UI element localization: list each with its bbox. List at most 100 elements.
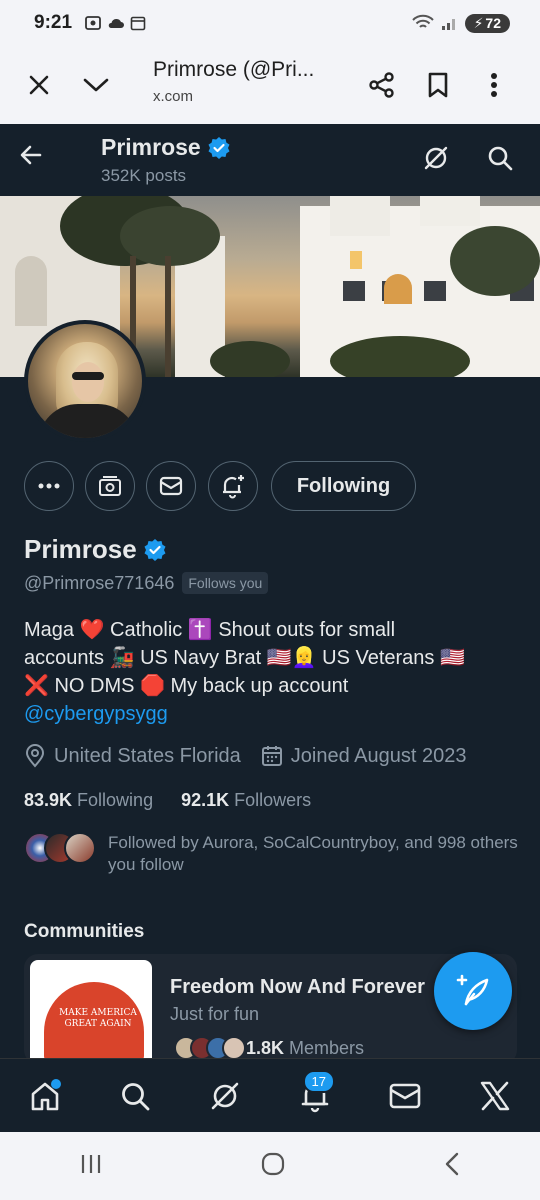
bookmark-button[interactable] <box>410 57 466 113</box>
nav-home[interactable] <box>15 1066 75 1126</box>
nav-x-premium[interactable] <box>465 1066 525 1126</box>
profile-location: United States Florida <box>54 744 241 767</box>
following-count-link[interactable]: 83.9K Following <box>24 790 153 811</box>
system-nav-bar <box>0 1132 540 1200</box>
battery-level: 72 <box>485 15 501 31</box>
followed-by-text: Followed by Aurora, SoCalCountryboy, and… <box>108 833 518 874</box>
message-button[interactable] <box>146 461 196 511</box>
community-image: MAKE AMERICA GREAT AGAIN <box>30 960 152 1064</box>
followers-count: 92.1K <box>181 790 230 810</box>
more-horiz-icon <box>38 483 60 489</box>
signal-icon <box>441 19 455 30</box>
battery-bolt-icon: ⚡ <box>473 14 484 31</box>
screenshot-icon <box>85 16 101 30</box>
home-circle-icon <box>261 1152 285 1175</box>
avatar-jacket <box>38 404 138 438</box>
mail-icon <box>159 476 183 496</box>
recents-button[interactable] <box>79 1153 103 1180</box>
browser-page-title: Primrose (@Pri... <box>153 58 315 81</box>
header-name: Primrose <box>101 134 201 160</box>
search-button[interactable] <box>486 144 514 177</box>
subscribe-icon <box>99 476 121 496</box>
follow-counts: 83.9K Following 92.1K Followers <box>24 790 311 811</box>
browser-title-block[interactable]: Primrose (@Pri... x.com <box>153 58 314 105</box>
avatar-sunglasses <box>72 372 104 380</box>
bio-line-1: Maga ❤️ Catholic ✝️ Shout outs for small <box>24 619 396 641</box>
notify-button[interactable] <box>208 461 258 511</box>
status-right: ⚡ 72 <box>411 13 510 33</box>
follows-you-badge: Follows you <box>182 572 269 594</box>
following-button[interactable]: Following <box>271 461 416 511</box>
communities-title: Communities <box>24 921 145 942</box>
compose-button[interactable] <box>434 952 512 1030</box>
bio-mention-link[interactable]: @cybergypsygg <box>24 700 514 728</box>
status-time: 9:21 <box>34 12 73 33</box>
minimize-tab-button[interactable] <box>68 57 124 113</box>
cloud-icon <box>108 18 125 28</box>
nav-notifications[interactable]: 17 <box>285 1066 345 1126</box>
browser-tab-bar: Primrose (@Pri... x.com <box>0 46 540 124</box>
header-post-count: 352K posts <box>101 166 187 185</box>
members-count: 1.8K <box>246 1037 285 1058</box>
joined-item: Joined August 2023 <box>261 745 466 768</box>
grok-icon <box>211 1082 239 1109</box>
community-members: 1.8K Members <box>174 1036 364 1060</box>
more-options-button[interactable] <box>466 57 522 113</box>
members-label: Members <box>289 1037 365 1058</box>
profile-avatar[interactable] <box>24 320 146 442</box>
status-icons <box>84 14 146 32</box>
community-name: Freedom Now And Forever <box>170 976 425 998</box>
back-arrow-icon <box>20 145 42 165</box>
share-icon <box>369 72 394 98</box>
search-icon <box>488 146 513 171</box>
home-new-dot <box>51 1078 61 1089</box>
profile-name: Primrose <box>24 534 137 564</box>
followed-by-avatars <box>24 832 104 866</box>
more-button[interactable] <box>24 461 74 511</box>
wifi-icon <box>411 14 434 28</box>
nav-messages[interactable] <box>375 1066 435 1126</box>
notification-badge: 17 <box>302 1069 335 1093</box>
close-icon <box>29 75 49 95</box>
subscribe-button[interactable] <box>85 461 135 511</box>
browser-url: x.com <box>153 88 194 105</box>
followed-by-row[interactable]: Followed by Aurora, SoCalCountryboy, and… <box>24 832 524 876</box>
hat-text: MAKE AMERICA GREAT AGAIN <box>59 1008 137 1029</box>
nav-search[interactable] <box>105 1066 165 1126</box>
header-name-row: Primrose <box>101 134 231 161</box>
verified-icon <box>208 136 230 159</box>
bio-line-2: accounts 🚂 US Navy Brat 🇺🇸👱‍♀️ US Vetera… <box>24 647 465 669</box>
grok-button[interactable] <box>422 144 450 177</box>
bottom-nav: 17 <box>0 1058 540 1132</box>
location-item: United States Florida <box>24 744 241 768</box>
x-logo-icon <box>480 1081 510 1110</box>
home-system-button[interactable] <box>260 1151 286 1182</box>
share-button[interactable] <box>354 57 410 113</box>
more-vert-icon <box>491 73 497 97</box>
profile-header: Primrose 352K posts <box>0 124 540 196</box>
nav-grok[interactable] <box>195 1066 255 1126</box>
battery-indicator: ⚡ 72 <box>464 13 510 33</box>
following-count-label: Following <box>77 790 154 810</box>
mail-icon <box>389 1083 421 1108</box>
follower-avatar <box>64 832 96 864</box>
verified-icon <box>144 538 166 561</box>
back-chevron-icon <box>446 1152 459 1175</box>
followers-count-link[interactable]: 92.1K Followers <box>181 790 311 811</box>
avatar-face <box>72 362 104 402</box>
community-subtitle: Just for fun <box>170 1004 260 1024</box>
chevron-down-icon <box>83 78 109 92</box>
back-system-button[interactable] <box>443 1151 461 1182</box>
status-bar: 9:21 ⚡ 72 <box>0 0 540 46</box>
following-count: 83.9K <box>24 790 73 810</box>
header-actions <box>422 144 514 177</box>
location-icon <box>25 744 45 768</box>
close-tab-button[interactable] <box>11 57 67 113</box>
profile-meta: United States Florida Joined August 2023 <box>24 744 486 768</box>
member-avatar <box>222 1036 246 1060</box>
back-button[interactable] <box>18 142 44 173</box>
calendar-status-icon <box>130 16 146 31</box>
bio-line-3: ❌ NO DMS 🛑 My back up account <box>24 675 349 697</box>
recents-icon <box>81 1154 100 1173</box>
profile-handle: @Primrose771646 <box>24 572 175 593</box>
